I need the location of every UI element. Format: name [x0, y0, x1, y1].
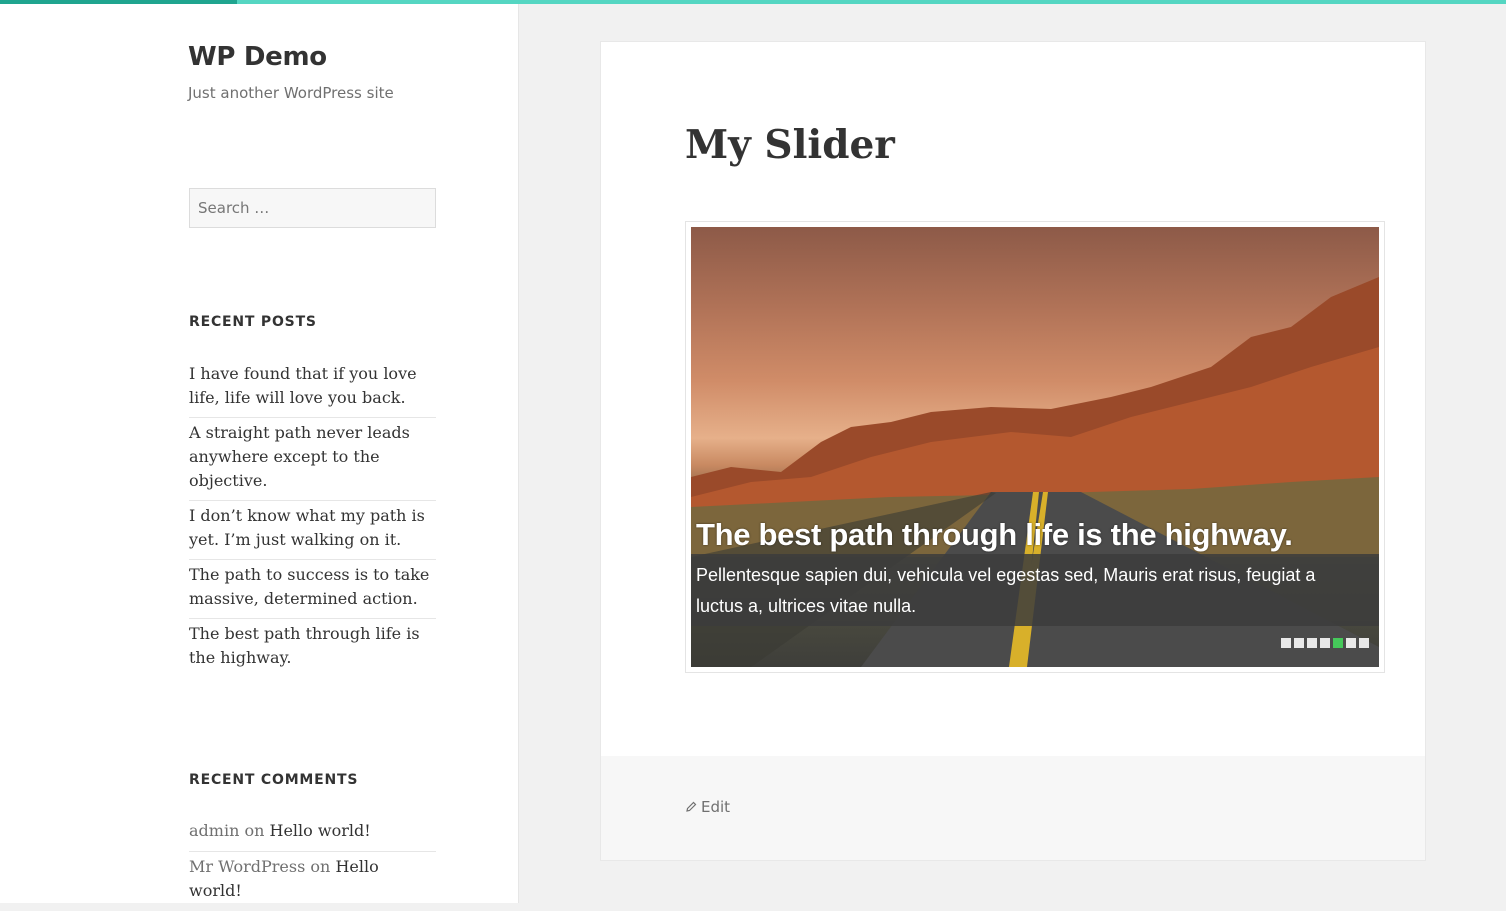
slider-dot[interactable]	[1307, 638, 1317, 648]
comment-on-text: on	[310, 857, 331, 876]
recent-post-link[interactable]: The best path through life is the highwa…	[189, 624, 420, 667]
recent-post-link[interactable]: I don’t know what my path is yet. I’m ju…	[189, 506, 425, 549]
slider-dot[interactable]	[1346, 638, 1356, 648]
list-item: I don’t know what my path is yet. I’m ju…	[189, 501, 436, 560]
recent-comments-heading: RECENT COMMENTS	[189, 772, 359, 788]
recent-post-link[interactable]: A straight path never leads anywhere exc…	[189, 423, 410, 490]
slider-pagination	[1281, 638, 1369, 648]
page-title: My Slider	[685, 122, 895, 168]
list-item: admin on Hello world!	[189, 816, 436, 852]
comment-author: admin	[189, 821, 240, 840]
slider-dot[interactable]	[1294, 638, 1304, 648]
recent-post-link[interactable]: The path to success is to take massive, …	[189, 565, 429, 608]
slider: The best path through life is the highwa…	[685, 221, 1385, 673]
slider-dot[interactable]	[1359, 638, 1369, 648]
slide-image[interactable]: The best path through life is the highwa…	[691, 227, 1379, 667]
edit-label: Edit	[701, 798, 731, 816]
site-title[interactable]: WP Demo	[188, 42, 327, 72]
list-item: The best path through life is the highwa…	[189, 619, 436, 677]
slider-dot-active[interactable]	[1333, 638, 1343, 648]
slider-dot[interactable]	[1281, 638, 1291, 648]
comment-author-link[interactable]: Mr WordPress	[189, 857, 305, 876]
recent-comments-list: admin on Hello world! Mr WordPress on He…	[189, 816, 436, 911]
list-item: Mr WordPress on Hello world!	[189, 852, 436, 911]
entry-footer: Edit	[601, 756, 1425, 860]
pencil-icon	[686, 801, 697, 812]
slide-caption-text: Pellentesque sapien dui, vehicula vel eg…	[696, 565, 1316, 616]
recent-post-link[interactable]: I have found that if you love life, life…	[189, 364, 417, 407]
article: My Slider The best path through life is …	[600, 41, 1426, 861]
list-item: The path to success is to take massive, …	[189, 560, 436, 619]
slide-caption-box: Pellentesque sapien dui, vehicula vel eg…	[691, 554, 1379, 626]
recent-posts-list: I have found that if you love life, life…	[189, 359, 436, 677]
site-description: Just another WordPress site	[188, 84, 394, 102]
list-item: I have found that if you love life, life…	[189, 359, 436, 418]
comment-post-link[interactable]: Hello world!	[270, 821, 371, 840]
edit-link[interactable]: Edit	[685, 798, 730, 816]
slide-caption-title: The best path through life is the highwa…	[696, 517, 1293, 552]
comment-on-text: on	[244, 821, 265, 840]
list-item: A straight path never leads anywhere exc…	[189, 418, 436, 501]
recent-posts-heading: RECENT POSTS	[189, 314, 317, 330]
search-input[interactable]	[189, 188, 436, 228]
sidebar: WP Demo Just another WordPress site RECE…	[0, 4, 519, 903]
slider-dot[interactable]	[1320, 638, 1330, 648]
